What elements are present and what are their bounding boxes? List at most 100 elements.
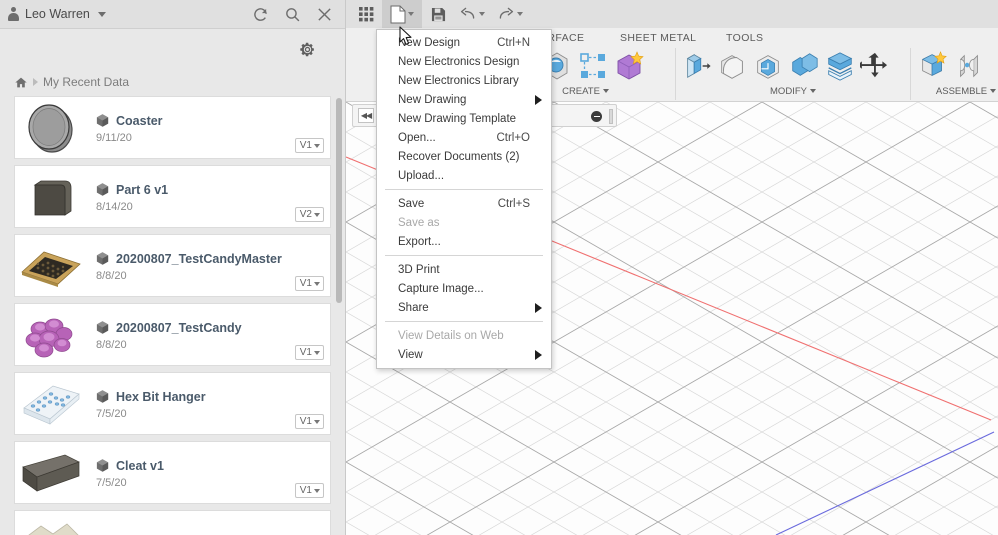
list-item[interactable]: Cleat v1 7/5/20 V1 (14, 441, 331, 504)
menu-item-export[interactable]: Export... (377, 232, 551, 251)
disc-thumbnail (15, 99, 87, 157)
panel-scrollbar[interactable] (336, 98, 342, 523)
combine-icon[interactable] (788, 50, 820, 82)
redo-button[interactable] (492, 0, 528, 28)
menu-separator (385, 189, 543, 190)
tab-tools[interactable]: TOOLS (726, 32, 763, 44)
version-selector[interactable]: V1 (294, 414, 324, 429)
chevron-down-icon (990, 89, 997, 93)
menu-label: View (398, 348, 423, 361)
shell-icon[interactable] (752, 50, 784, 82)
file-dropdown-menu[interactable]: New Design Ctrl+N New Electronics Design… (376, 29, 552, 369)
list-item[interactable]: Test (14, 510, 331, 535)
split-body-icon[interactable] (824, 50, 856, 82)
close-icon[interactable] (316, 6, 333, 23)
version-selector[interactable]: V1 (294, 483, 324, 498)
file-name[interactable]: Hex Bit Hanger (116, 390, 206, 404)
breadcrumb-separator-icon (33, 78, 38, 86)
recent-data-list[interactable]: Coaster 9/11/20 V1 Part 6 v1 8/14/20 V2 … (0, 96, 345, 535)
design-cube-icon (96, 252, 109, 265)
browser-resize-handle[interactable] (609, 109, 613, 124)
version-selector[interactable]: V1 (294, 345, 324, 360)
show-data-panel-button[interactable] (352, 0, 380, 28)
menu-item-save[interactable]: Save Ctrl+S (377, 194, 551, 213)
undo-button[interactable] (454, 0, 490, 28)
menu-item-view[interactable]: View (377, 345, 551, 364)
menu-item-new-drawing[interactable]: New Drawing (377, 90, 551, 109)
design-cube-icon (96, 321, 109, 334)
menu-item-capture-image[interactable]: Capture Image... (377, 279, 551, 298)
file-name[interactable]: Part 6 v1 (116, 183, 168, 197)
menu-label: Recover Documents (2) (398, 150, 520, 163)
chevron-down-icon (314, 143, 320, 148)
list-item[interactable]: 20200807_TestCandyMaster 8/8/20 V1 (14, 234, 331, 297)
new-component-icon[interactable] (917, 50, 949, 82)
press-pull-icon[interactable] (682, 51, 712, 81)
version-label: V1 (299, 140, 312, 151)
version-selector[interactable]: V1 (294, 138, 324, 153)
modify-label: MODIFY (770, 85, 807, 97)
collapse-browser-button[interactable]: ◀◀ (358, 108, 374, 123)
candy-cluster-thumbnail (15, 306, 87, 364)
menu-label: Save (398, 197, 425, 210)
minus-icon[interactable] (591, 111, 602, 122)
design-cube-icon (96, 459, 109, 472)
menu-item-new-design[interactable]: New Design Ctrl+N (377, 33, 551, 52)
version-selector[interactable]: V1 (294, 276, 324, 291)
hex-bit-hanger-thumbnail (15, 375, 87, 433)
user-account-button[interactable]: Leo Warren (8, 7, 252, 21)
breadcrumb-current[interactable]: My Recent Data (43, 75, 129, 89)
grid-icon (358, 6, 373, 21)
fillet-icon[interactable] (716, 50, 748, 82)
submenu-arrow-icon (535, 303, 542, 313)
menu-item-save-as: Save as (377, 213, 551, 232)
design-cube-icon (96, 183, 109, 196)
scrollbar-thumb[interactable] (336, 98, 342, 303)
gear-icon[interactable] (299, 41, 316, 58)
design-cube-icon (96, 390, 109, 403)
menu-item-new-drawing-template[interactable]: New Drawing Template (377, 109, 551, 128)
menu-item-share[interactable]: Share (377, 298, 551, 317)
ribbon-group-modify: MODIFY (676, 48, 911, 100)
home-icon[interactable] (14, 76, 28, 89)
menu-item-recover-documents[interactable]: Recover Documents (2) (377, 147, 551, 166)
list-item[interactable]: Part 6 v1 8/14/20 V2 (14, 165, 331, 228)
list-item[interactable]: Hex Bit Hanger 7/5/20 V1 (14, 372, 331, 435)
menu-label: New Drawing (398, 93, 467, 106)
refresh-icon[interactable] (252, 6, 269, 23)
version-selector[interactable]: V2 (294, 207, 324, 222)
file-name[interactable]: 20200807_TestCandyMaster (116, 252, 282, 266)
move-copy-icon[interactable] (860, 52, 888, 80)
create-form-icon[interactable] (612, 49, 646, 83)
file-menu-button[interactable] (382, 0, 422, 28)
file-name[interactable]: Cleat v1 (116, 459, 164, 473)
file-name[interactable]: Coaster (116, 114, 163, 128)
menu-label: Capture Image... (398, 282, 484, 295)
pattern-icon[interactable] (578, 51, 608, 81)
search-icon[interactable] (284, 6, 301, 23)
file-name[interactable]: 20200807_TestCandy (116, 321, 242, 335)
file-icon (390, 5, 406, 23)
chevron-down-icon (408, 12, 414, 16)
chevron-down-icon (478, 12, 485, 16)
assemble-dropdown[interactable]: ASSEMBLE (911, 84, 998, 98)
tab-sheet-metal[interactable]: SHEET METAL (620, 32, 696, 44)
chevron-down-icon (314, 281, 320, 286)
list-item[interactable]: Coaster 9/11/20 V1 (14, 96, 331, 159)
modify-dropdown[interactable]: MODIFY (676, 84, 910, 98)
menu-item-new-electronics-design[interactable]: New Electronics Design (377, 52, 551, 71)
chevron-down-icon (314, 488, 320, 493)
save-icon (431, 7, 445, 21)
menu-label: Share (398, 301, 429, 314)
menu-item-open[interactable]: Open... Ctrl+O (377, 128, 551, 147)
menu-item-new-electronics-library[interactable]: New Electronics Library (377, 71, 551, 90)
menu-item-upload[interactable]: Upload... (377, 166, 551, 185)
breadcrumb: My Recent Data (0, 69, 345, 95)
menu-label: New Design (398, 36, 460, 49)
save-button[interactable] (424, 0, 452, 28)
joint-icon[interactable] (953, 50, 985, 82)
person-icon (8, 7, 19, 21)
menu-item-3d-print[interactable]: 3D Print (377, 260, 551, 279)
version-label: V1 (299, 485, 312, 496)
list-item[interactable]: 20200807_TestCandy 8/8/20 V1 (14, 303, 331, 366)
